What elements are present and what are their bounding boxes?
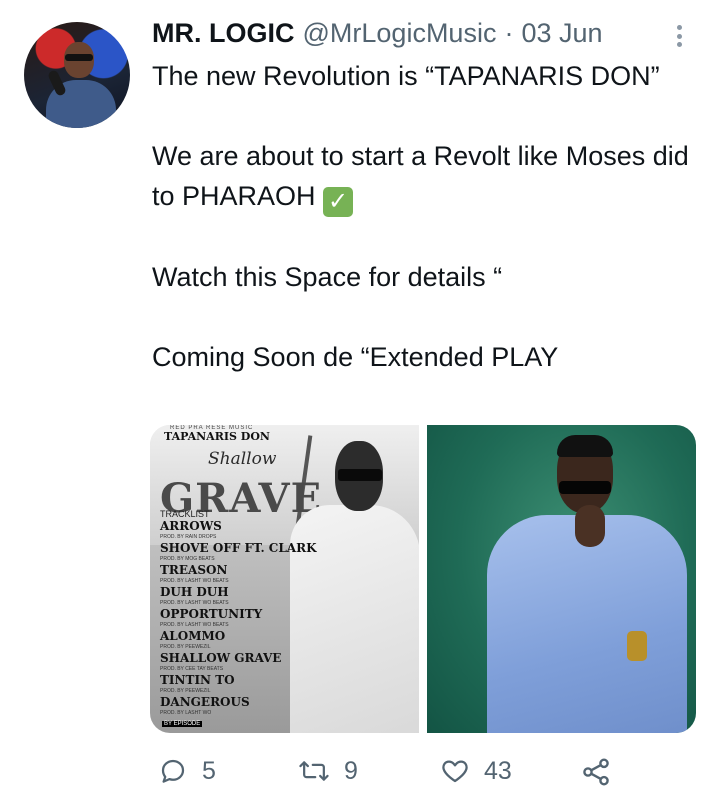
portrait-cap (557, 435, 613, 457)
portrait-watch (627, 631, 647, 661)
avatar-sunglasses (65, 54, 93, 61)
more-options-icon[interactable] (671, 22, 687, 50)
media-image-portrait[interactable] (427, 425, 696, 733)
track-name: SHOVE OFF FT. CLARK (160, 541, 317, 555)
tweet-line: The new Revolution is “TAPANARIS DON” (152, 61, 660, 91)
heart-icon (442, 760, 468, 783)
reply-count: 5 (202, 756, 216, 785)
track-producer: PROD. BY LASHT WO (160, 710, 212, 716)
portrait-shirt (487, 515, 687, 733)
author-name[interactable]: MR. LOGIC (152, 18, 295, 49)
cover-sunglasses (338, 469, 382, 481)
tweet-line: We are about to start a Revolt like Mose… (152, 136, 692, 217)
tweet-text: The new Revolution is “TAPANARIS DON” We… (152, 56, 692, 377)
tracklist-label: TRACKLIST (160, 509, 210, 519)
author-handle[interactable]: @MrLogicMusic (303, 18, 497, 49)
portrait-person (477, 435, 687, 733)
share-icon (583, 758, 609, 786)
tweet-line-text: We are about to start a Revolt like Mose… (152, 141, 689, 211)
header-separator: · (504, 18, 514, 48)
cover-artist: TAPANARIS DON (164, 430, 270, 443)
cover-title-small: Shallow (208, 449, 277, 469)
retweet-button[interactable]: 9 (298, 756, 358, 786)
track-name: DUH DUH (160, 585, 229, 599)
tweet-line (152, 217, 692, 257)
tweet-line: Coming Soon de “Extended PLAY (152, 342, 559, 372)
track-name: ALOMMO (160, 629, 226, 643)
more-dot (676, 42, 682, 47)
tweet[interactable]: MR. LOGIC @MrLogicMusic · 03 Jun The new… (0, 0, 719, 798)
track-name: TINTIN TO (160, 673, 235, 687)
portrait-sunglasses (559, 481, 611, 494)
track-name: TREASON (160, 563, 228, 577)
tweet-line (152, 297, 692, 337)
tweet-media: RED PRA RESE MUSIC TAPANARIS DON Shallow… (150, 425, 696, 733)
media-image-album-cover[interactable]: RED PRA RESE MUSIC TAPANARIS DON Shallow… (150, 425, 419, 733)
like-button[interactable]: 43 (440, 756, 512, 786)
share-button[interactable] (580, 756, 612, 788)
tweet-date[interactable]: 03 Jun (521, 18, 602, 49)
track-name: SHALLOW GRAVE (160, 651, 282, 665)
tweet-line (152, 96, 692, 136)
cover-bottom-label: BY EPISODE (162, 721, 203, 727)
track-name: DANGEROUS (160, 695, 250, 709)
reply-icon (161, 759, 185, 783)
like-count: 43 (484, 756, 512, 785)
track-name: OPPORTUNITY (160, 607, 263, 621)
tweet-header: MR. LOGIC @MrLogicMusic · 03 Jun (152, 18, 679, 54)
tweet-line: Watch this Space for details “ (152, 262, 503, 292)
author-avatar[interactable] (24, 22, 130, 128)
reply-button[interactable]: 5 (158, 756, 216, 786)
more-dot (676, 33, 682, 39)
retweet-icon (299, 761, 329, 781)
check-mark-icon: ✓ (323, 187, 354, 217)
retweet-count: 9 (344, 756, 358, 785)
more-dot (676, 25, 682, 30)
portrait-hand (575, 505, 605, 547)
tweet-actions: 5 9 43 (0, 752, 719, 796)
track-name: ARROWS (160, 519, 222, 533)
cover-tracklist: TRACKLIST ARROWS PROD. BY RAIN DROPS SHO… (160, 509, 330, 718)
